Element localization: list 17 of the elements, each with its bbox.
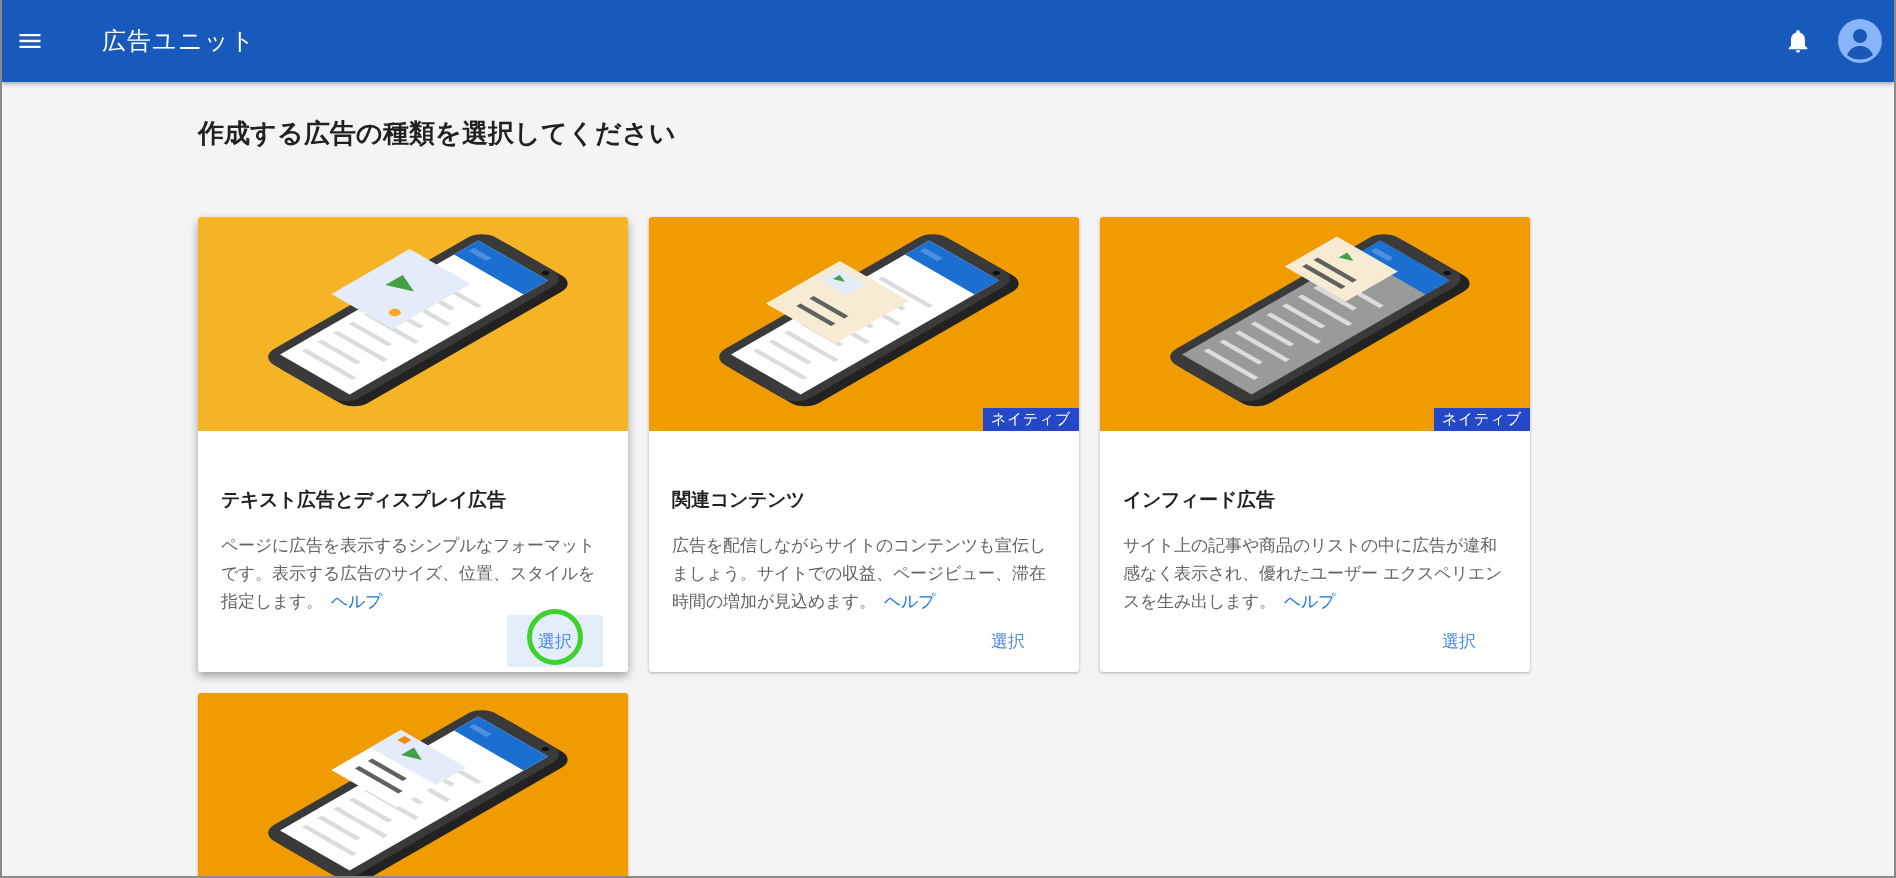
select-button[interactable]: 選択 <box>960 615 1056 667</box>
card-title: インフィード広告 <box>1123 487 1276 512</box>
click-indicator-ring <box>527 609 583 665</box>
card-description: ページに広告を表示するシンプルなフォーマットです。表示する広告のサイズ、位置、スタイルを指定します。 ヘルプ <box>221 534 596 613</box>
card-description: 広告を配信しながらサイトのコンテンツも宣伝しましょう。サイトでの収益、ページビュー、滞在時間の増加が見込めます。 ヘルプ <box>672 534 1047 613</box>
app-title: 広告ユニット <box>102 26 256 57</box>
card-title: テキスト広告とディスプレイ広告 <box>221 487 507 512</box>
help-link[interactable]: ヘルプ <box>331 591 382 611</box>
help-link[interactable]: ヘルプ <box>884 591 935 611</box>
native-badge: ネイティブ <box>983 408 1079 431</box>
help-link[interactable]: ヘルプ <box>1284 591 1335 611</box>
card-title: 関連コンテンツ <box>672 487 806 512</box>
avatar-icon[interactable] <box>1838 19 1882 63</box>
card-description: サイト上の記事や商品のリストの中に広告が違和感なく表示され、優れたユーザー エクスペリエンスを生み出します。 ヘルプ <box>1123 534 1504 613</box>
native-badge: ネイティブ <box>1434 408 1530 431</box>
select-button[interactable]: 選択 <box>1411 615 1507 667</box>
page-heading: 作成する広告の種類を選択してください <box>198 117 677 150</box>
